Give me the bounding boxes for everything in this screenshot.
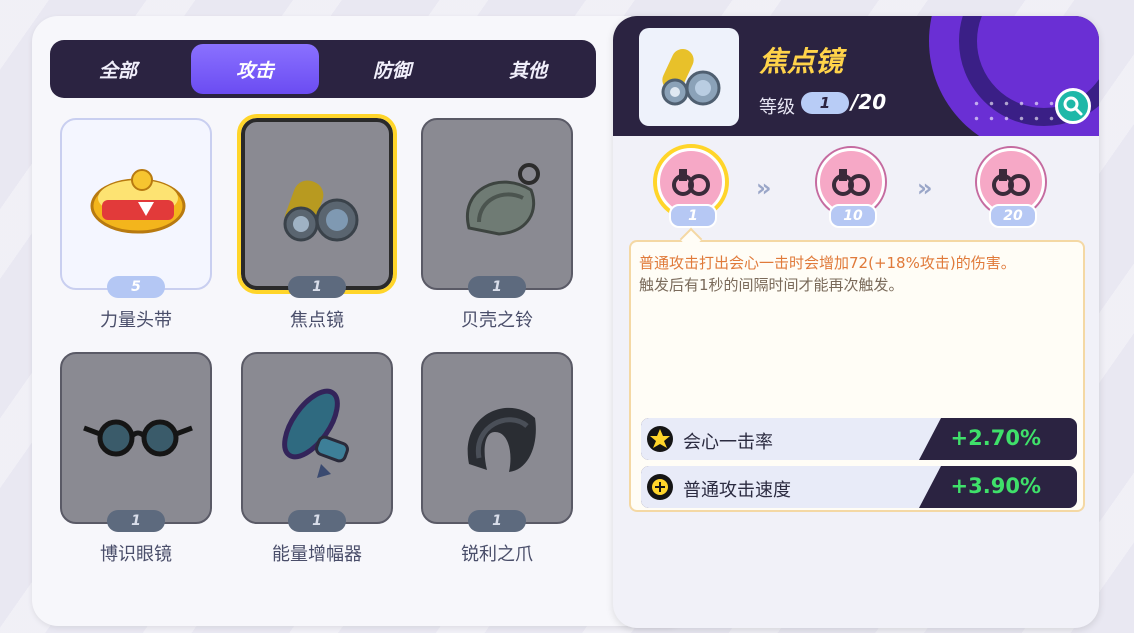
zoom-button[interactable]: [1055, 88, 1091, 124]
current-level: 1: [801, 92, 849, 114]
item-card: [60, 118, 212, 290]
scope-lens-icon: [832, 169, 870, 196]
item-name: 力量头带: [100, 310, 172, 331]
item-scope-lens[interactable]: 1 焦点镜: [237, 114, 397, 331]
shell-bell-icon: [466, 163, 540, 236]
item-level-badge: 1: [107, 510, 165, 532]
item-card: [60, 352, 212, 524]
stage-level: 1: [669, 204, 717, 228]
description-line-1: 普通攻击打出会心一击时会增加72(+18%攻击)的伤害。: [639, 254, 1016, 272]
upgrade-stage-10[interactable]: 10: [817, 148, 889, 228]
wise-glasses-icon: [83, 419, 193, 457]
item-list-panel: 全部 攻击 防御 其他 5 力量头带 1 焦点镜 1 贝壳之铃 1 博识眼镜 1…: [32, 16, 692, 626]
energy-amplifier-icon: [282, 388, 349, 478]
detail-header: 焦点镜 等级 1 /20: [613, 16, 1099, 136]
item-card: [237, 114, 397, 294]
headband-icon: [90, 169, 186, 234]
item-name: 能量增幅器: [272, 544, 362, 565]
chevron-right-icon: »: [756, 174, 772, 202]
detail-title: 焦点镜: [759, 45, 844, 78]
level-label: 等级: [759, 97, 795, 118]
stage-level: 20: [989, 204, 1037, 228]
stat-label: 普通攻击速度: [683, 480, 791, 501]
max-level: /20: [851, 90, 887, 114]
tab-attack[interactable]: 攻击: [191, 44, 319, 94]
item-shell-bell[interactable]: 1 贝壳之铃: [421, 118, 573, 331]
effect-description: 普通攻击打出会心一击时会增加72(+18%攻击)的伤害。 触发后有1秒的间隔时间…: [639, 252, 1079, 296]
upgrade-stage-20[interactable]: 20: [977, 148, 1049, 228]
stage-level: 10: [829, 204, 877, 228]
item-energy-amplifier[interactable]: 1 能量增幅器: [241, 352, 393, 565]
effect-description-box: 普通攻击打出会心一击时会增加72(+18%攻击)的伤害。 触发后有1秒的间隔时间…: [629, 240, 1085, 512]
scope-lens-icon: [672, 169, 710, 196]
item-card: [421, 352, 573, 524]
item-card: [421, 118, 573, 290]
tab-all[interactable]: 全部: [54, 44, 182, 94]
item-level-badge: 1: [468, 510, 526, 532]
item-level-badge: 1: [288, 276, 346, 298]
item-level-badge: 5: [107, 276, 165, 298]
stat-value: +2.70%: [950, 426, 1041, 450]
item-name: 博识眼镜: [100, 544, 172, 565]
item-razor-claw[interactable]: 1 锐利之爪: [421, 352, 573, 565]
item-card: [241, 352, 393, 524]
item-detail-panel: 焦点镜 等级 1 /20 1 » 10 » 20 普通攻击打出会心一击时会增加7…: [613, 16, 1099, 628]
stat-row-critical-rate: 会心一击率 +2.70%: [641, 418, 1077, 460]
detail-item-thumbnail: [639, 28, 739, 126]
item-wise-glasses[interactable]: 1 博识眼镜: [60, 352, 212, 565]
search-icon: [1063, 96, 1083, 116]
description-line-2: 触发后有1秒的间隔时间才能再次触发。: [639, 276, 904, 294]
scope-lens-icon: [992, 169, 1030, 196]
attack-speed-icon: [647, 474, 673, 500]
item-name: 贝壳之铃: [461, 310, 533, 331]
critical-hit-icon: [647, 426, 673, 452]
stat-label: 会心一击率: [683, 432, 773, 453]
item-muscle-band[interactable]: 5 力量头带: [60, 118, 212, 331]
tab-defense[interactable]: 防御: [328, 44, 456, 94]
stat-row-attack-speed: 普通攻击速度 +3.90%: [641, 466, 1077, 508]
razor-claw-icon: [467, 407, 536, 472]
scope-lens-icon: [661, 49, 721, 106]
category-tabbar: 全部 攻击 防御 其他: [50, 40, 596, 98]
scope-lens-icon: [283, 180, 359, 242]
decorative-dots: [969, 96, 1059, 126]
item-level-badge: 1: [288, 510, 346, 532]
chevron-right-icon: »: [917, 174, 933, 202]
item-name: 焦点镜: [290, 310, 344, 331]
stat-value: +3.90%: [950, 474, 1041, 498]
upgrade-stage-1[interactable]: 1: [657, 148, 729, 228]
tab-other[interactable]: 其他: [464, 44, 592, 94]
item-level-badge: 1: [468, 276, 526, 298]
item-name: 锐利之爪: [461, 544, 533, 565]
